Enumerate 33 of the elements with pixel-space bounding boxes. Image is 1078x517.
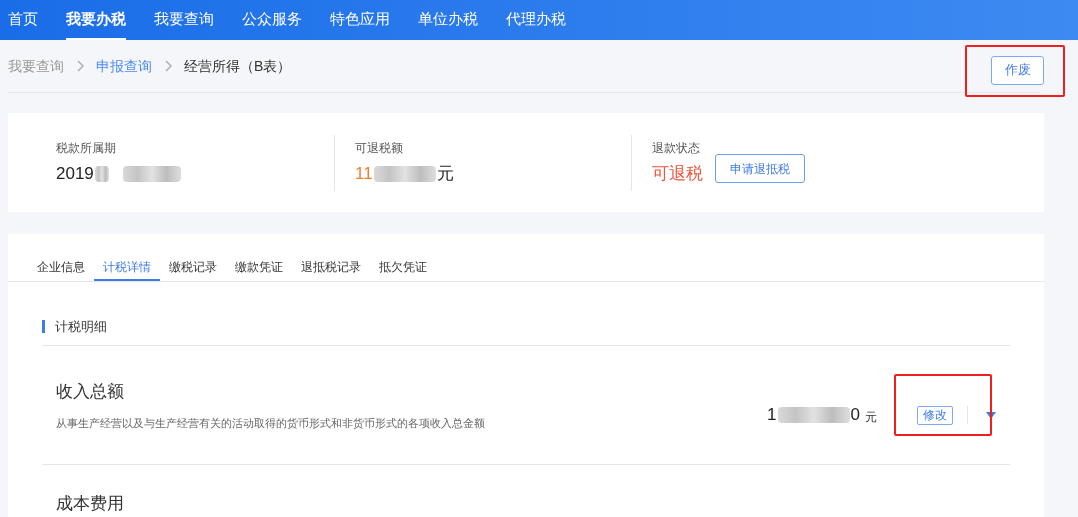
item-title: 成本费用 — [56, 493, 125, 515]
field-label: 退款状态 — [652, 139, 701, 157]
item-description: 从事生产经营以及与生产经营有关的活动取得的货币形式和非货币形式的各项收入总金额 — [56, 415, 486, 431]
currency-unit: 元 — [436, 162, 454, 185]
breadcrumb-item[interactable]: 申报查询 — [96, 55, 152, 77]
detail-tab[interactable]: 缴税记录 — [160, 254, 226, 281]
field-label: 可退税额 — [355, 139, 404, 157]
void-button[interactable]: 作废 — [991, 55, 1044, 85]
nav-tab[interactable]: 我要办税 — [66, 0, 126, 40]
refund-status: 可退税 — [652, 162, 703, 185]
edit-button[interactable]: 修改 — [917, 405, 953, 425]
nav-tab[interactable]: 首页 — [8, 0, 38, 40]
detail-tab[interactable]: 抵欠凭证 — [370, 254, 436, 281]
detail-tab[interactable]: 计税详情 — [94, 254, 160, 281]
nav-tab[interactable]: 特色应用 — [330, 0, 390, 40]
currency-unit: 元 — [865, 409, 877, 426]
breadcrumb-item: 经营所得（B表） — [184, 56, 292, 76]
field-label: 税款所属期 — [56, 139, 117, 157]
detail-tab[interactable]: 企业信息 — [28, 254, 94, 281]
period-value: 2019 — [56, 162, 94, 185]
item-title: 收入总额 — [56, 381, 125, 403]
amount-value: 0 — [850, 404, 860, 427]
refund-amount: 11 — [355, 162, 373, 185]
detail-tab[interactable]: 缴款凭证 — [226, 254, 292, 281]
breadcrumb-item: 我要查询 — [8, 56, 64, 76]
section-title: 计税明细 — [55, 317, 107, 336]
nav-tab[interactable]: 单位办税 — [418, 0, 478, 40]
nav-tab[interactable]: 代理办税 — [506, 0, 566, 40]
nav-tab[interactable]: 公众服务 — [242, 0, 302, 40]
amount-value: 1 — [767, 404, 777, 427]
apply-refund-button[interactable]: 申请退抵税 — [715, 154, 805, 183]
nav-tab[interactable]: 我要查询 — [154, 0, 214, 40]
detail-tab[interactable]: 退抵税记录 — [292, 254, 370, 281]
